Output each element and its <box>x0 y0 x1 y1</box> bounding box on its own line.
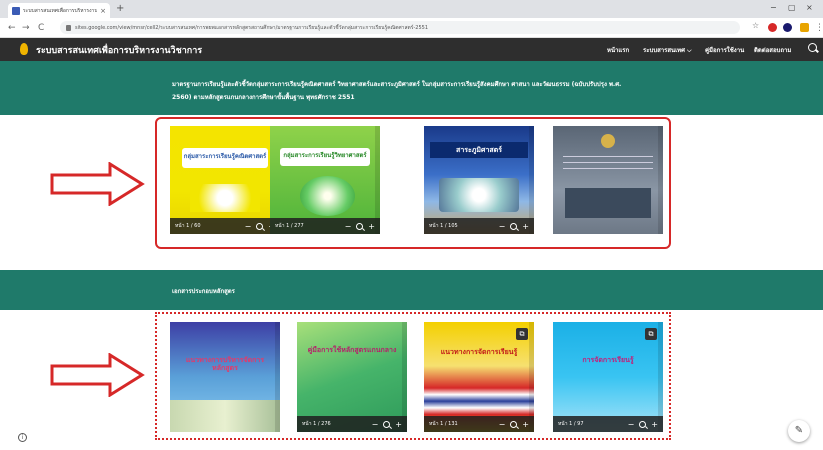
book-math-embed[interactable]: กลุ่มสาระการเรียนรู้คณิตศาสตร์ หน้า 1 / … <box>170 126 280 234</box>
address-bar: ← → C sites.google.com/view/mnsr/cell2/ร… <box>0 18 823 38</box>
zoom-out-button[interactable]: − <box>245 222 252 231</box>
popout-icon[interactable]: ⧉ <box>516 328 528 340</box>
zoom-icon[interactable] <box>510 222 518 230</box>
zoom-out-button[interactable]: − <box>372 420 379 429</box>
pdf-viewer-controls: หน้า 1 / 276 − + <box>297 416 407 432</box>
pdf-viewer-controls: หน้า 1 / 105 − + <box>424 218 534 234</box>
search-icon[interactable] <box>808 43 817 52</box>
page-indicator: หน้า 1 / 277 <box>275 223 304 229</box>
zoom-out-button[interactable]: − <box>345 222 352 231</box>
extension-icon[interactable] <box>783 23 792 32</box>
reload-button[interactable]: C <box>38 23 44 33</box>
book-announcement-embed[interactable] <box>553 126 663 234</box>
browser-tab[interactable]: ระบบสารสนเทศเพื่อการบริหารงานวิชาการ × <box>8 3 110 18</box>
url-input[interactable]: sites.google.com/view/mnsr/cell2/ระบบสาร… <box>60 21 740 34</box>
nav-information-system[interactable]: ระบบสารสนเทศ ⌵ <box>643 45 692 55</box>
book-scrollbar[interactable] <box>658 126 663 234</box>
new-tab-button[interactable]: + <box>116 3 124 14</box>
page-indicator: หน้า 1 / 105 <box>429 223 458 229</box>
url-text: sites.google.com/view/mnsr/cell2/ระบบสาร… <box>75 24 428 31</box>
back-button[interactable]: ← <box>8 23 16 33</box>
section-standards-band: มาตรฐานการเรียนรู้และตัวชี้วัดกลุ่มสาระก… <box>0 61 823 115</box>
section-documents-heading: เอกสารประกอบหลักสูตร <box>172 288 235 295</box>
book-title: แนวทางการจัดการเรียนรู้ <box>440 348 518 356</box>
book-curriculum-admin-embed[interactable]: แนวทางการบริหารจัดการหลักสูตร <box>170 322 280 432</box>
nav-home[interactable]: หน้าแรก <box>607 45 629 55</box>
red-arrow-right-icon <box>50 162 145 206</box>
book-scrollbar[interactable] <box>275 322 280 432</box>
close-window-button[interactable]: × <box>806 3 813 12</box>
page-indicator: หน้า 1 / 60 <box>175 223 201 229</box>
pdf-viewer-controls: หน้า 1 / 60 − + <box>170 218 280 234</box>
popout-icon[interactable]: ⧉ <box>645 328 657 340</box>
edit-pencil-icon[interactable]: ✎ <box>788 420 810 442</box>
pdf-viewer-controls: หน้า 1 / 131 − + <box>424 416 534 432</box>
bookmark-star-icon[interactable]: ☆ <box>752 21 761 30</box>
zoom-in-button[interactable]: + <box>368 222 375 231</box>
site-logo-icon <box>20 43 28 55</box>
section-standards-heading: มาตรฐานการเรียนรู้และตัวชี้วัดกลุ่มสาระก… <box>172 81 622 88</box>
section-standards-heading-line2: 2560) ตามหลักสูตรแกนกลางการศึกษาขั้นพื้น… <box>172 94 355 101</box>
page-indicator: หน้า 1 / 276 <box>302 421 331 427</box>
zoom-icon[interactable] <box>256 222 264 230</box>
zoom-out-button[interactable]: − <box>499 420 506 429</box>
book-geography-embed[interactable]: สาระภูมิศาสตร์ หน้า 1 / 105 − + <box>424 126 534 234</box>
page-indicator: หน้า 1 / 97 <box>558 421 584 427</box>
zoom-icon[interactable] <box>356 222 364 230</box>
site-title[interactable]: ระบบสารสนเทศเพื่อการบริหารงานวิชาการ <box>36 43 202 57</box>
page-indicator: หน้า 1 / 131 <box>429 421 458 427</box>
section-documents-band: เอกสารประกอบหลักสูตร <box>0 270 823 310</box>
pdf-viewer-controls: หน้า 1 / 277 − + <box>270 218 380 234</box>
tab-close-icon[interactable]: × <box>100 7 106 15</box>
book-title: การจัดการเรียนรู้ <box>582 356 634 364</box>
zoom-out-button[interactable]: − <box>628 420 635 429</box>
site-header: ระบบสารสนเทศเพื่อการบริหารงานวิชาการ หน้… <box>0 38 823 61</box>
red-arrow-right-icon <box>50 353 145 397</box>
browser-tab-bar: ระบบสารสนเทศเพื่อการบริหารงานวิชาการ × +… <box>0 0 823 18</box>
nav-manual[interactable]: คู่มือการใช้งาน <box>705 45 744 55</box>
lock-icon <box>66 24 71 31</box>
book-title: กลุ่มสาระการเรียนรู้คณิตศาสตร์ <box>183 153 267 160</box>
nav-contact[interactable]: ติดต่อสอบถาม <box>754 45 791 55</box>
book-learning-guide-embed[interactable]: แนวทางการจัดการเรียนรู้ ⧉ หน้า 1 / 131 −… <box>424 322 534 432</box>
book-title: แนวทางการบริหารจัดการหลักสูตร <box>185 356 265 372</box>
book-science-embed[interactable]: กลุ่มสาระการเรียนรู้วิทยาศาสตร์ หน้า 1 /… <box>270 126 380 234</box>
restore-button[interactable]: ▢ <box>788 3 796 12</box>
info-icon[interactable]: i <box>18 433 27 442</box>
site-favicon-icon <box>12 6 20 15</box>
zoom-in-button[interactable]: + <box>522 420 529 429</box>
zoom-icon[interactable] <box>510 420 518 428</box>
puzzle-extension-icon[interactable] <box>800 23 809 32</box>
tab-title: ระบบสารสนเทศเพื่อการบริหารงานวิชาการ <box>23 7 98 14</box>
book-learning-management-embed[interactable]: การจัดการเรียนรู้ ⧉ หน้า 1 / 97 − + <box>553 322 663 432</box>
zoom-out-button[interactable]: − <box>499 222 506 231</box>
zoom-in-button[interactable]: + <box>395 420 402 429</box>
book-title: สาระภูมิศาสตร์ <box>456 146 502 154</box>
zoom-icon[interactable] <box>639 420 647 428</box>
book-title: คู่มือการใช้หลักสูตรแกนกลาง <box>307 346 397 354</box>
opera-extension-icon[interactable] <box>768 23 777 32</box>
book-core-curriculum-embed[interactable]: คู่มือการใช้หลักสูตรแกนกลาง หน้า 1 / 276… <box>297 322 407 432</box>
minimize-button[interactable]: − <box>770 3 777 12</box>
zoom-icon[interactable] <box>383 420 391 428</box>
menu-kebab-icon[interactable]: ⋮ <box>815 23 823 33</box>
zoom-in-button[interactable]: + <box>651 420 658 429</box>
book-title: กลุ่มสาระการเรียนรู้วิทยาศาสตร์ <box>283 152 367 159</box>
forward-button[interactable]: → <box>22 23 30 33</box>
zoom-in-button[interactable]: + <box>522 222 529 231</box>
pdf-viewer-controls: หน้า 1 / 97 − + <box>553 416 663 432</box>
